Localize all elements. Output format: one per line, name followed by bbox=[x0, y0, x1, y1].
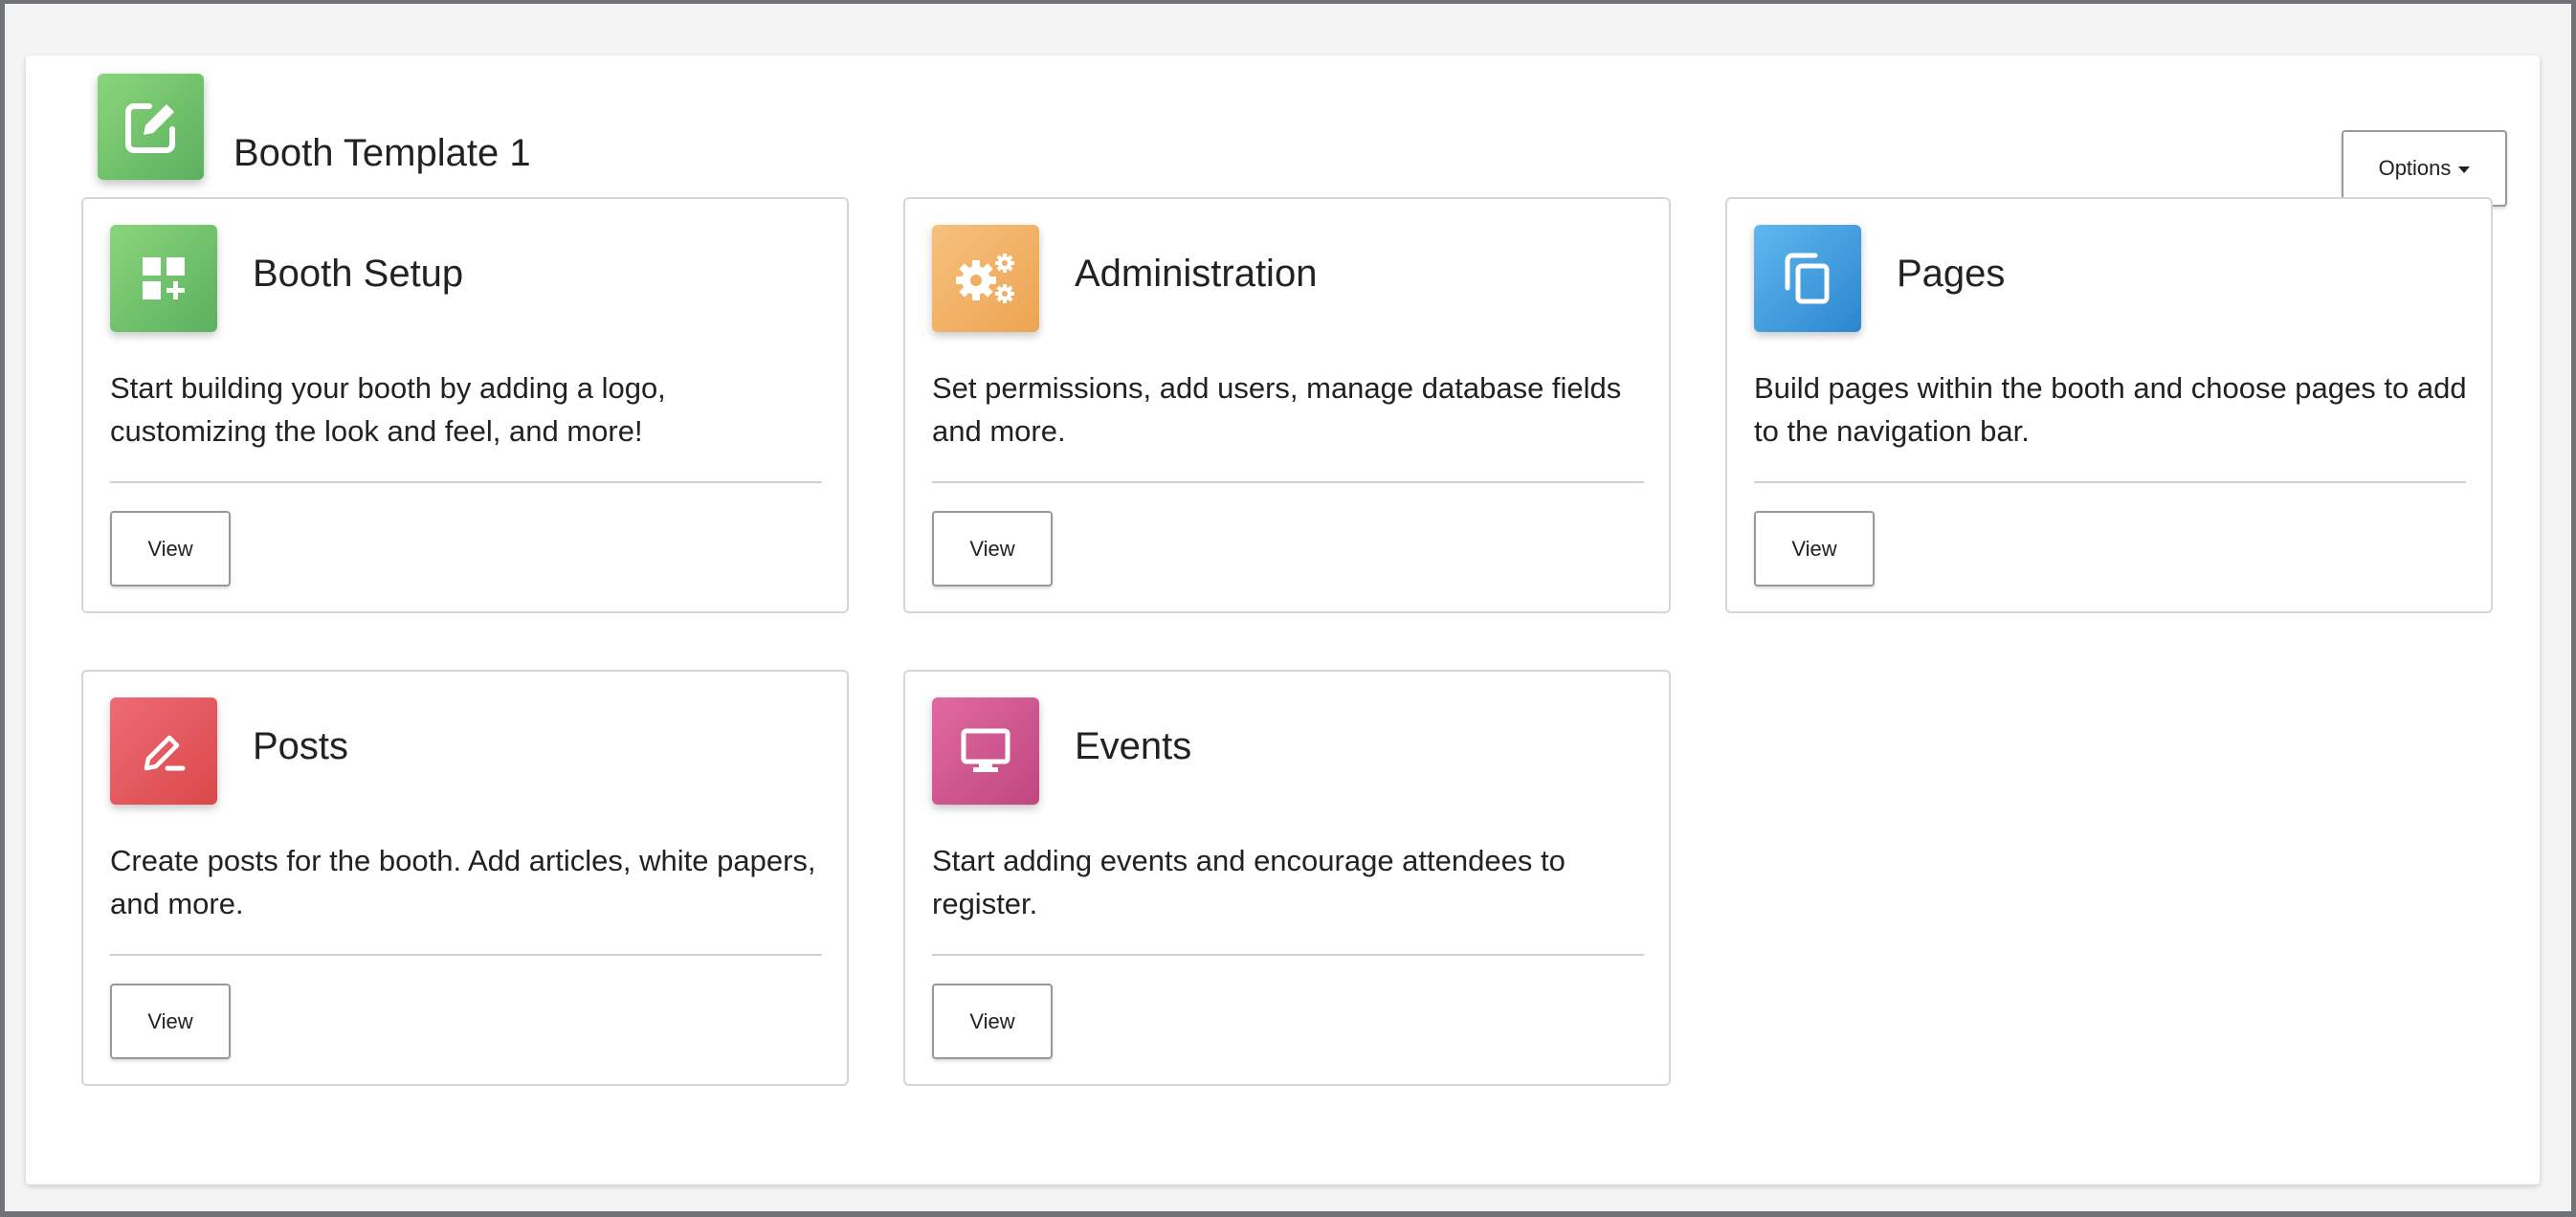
options-dropdown-button[interactable]: Options bbox=[2342, 130, 2507, 207]
tile-title: Pages bbox=[1897, 253, 2006, 295]
tile-description: Create posts for the booth. Add articles… bbox=[110, 844, 816, 920]
tile-description: Build pages within the booth and choose … bbox=[1754, 371, 2467, 448]
caret-down-icon bbox=[2458, 166, 2471, 173]
tile-divider bbox=[110, 481, 822, 483]
copy-pages-icon bbox=[1754, 225, 1861, 332]
options-label: Options bbox=[2378, 156, 2452, 180]
view-events-button[interactable]: View bbox=[932, 984, 1053, 1059]
edit-icon bbox=[98, 74, 204, 180]
booth-template-card: Booth Template 1 Options Booth Setup Sta… bbox=[26, 55, 2540, 1184]
tile-posts: Posts Create posts for the booth. Add ar… bbox=[81, 670, 849, 1086]
dashboard-add-icon bbox=[110, 225, 217, 332]
tile-divider bbox=[932, 481, 1644, 483]
view-posts-button[interactable]: View bbox=[110, 984, 231, 1059]
page-title: Booth Template 1 bbox=[233, 132, 531, 174]
tile-events: Events Start adding events and encourage… bbox=[903, 670, 1671, 1086]
tile-title: Booth Setup bbox=[253, 253, 464, 295]
gears-icon bbox=[932, 225, 1039, 332]
tile-title: Administration bbox=[1075, 253, 1318, 295]
pencil-icon bbox=[110, 697, 217, 805]
tile-divider bbox=[110, 954, 822, 956]
tile-divider bbox=[1754, 481, 2466, 483]
tile-divider bbox=[932, 954, 1644, 956]
view-administration-button[interactable]: View bbox=[932, 511, 1053, 586]
tile-booth-setup: Booth Setup Start building your booth by… bbox=[81, 197, 849, 613]
tile-pages: Pages Build pages within the booth and c… bbox=[1725, 197, 2493, 613]
tile-title: Events bbox=[1075, 725, 1192, 767]
tile-description: Start building your booth by adding a lo… bbox=[110, 371, 666, 448]
page-background: Booth Template 1 Options Booth Setup Sta… bbox=[5, 4, 2571, 1211]
view-booth-setup-button[interactable]: View bbox=[110, 511, 231, 586]
tile-description: Start adding events and encourage attend… bbox=[932, 844, 1566, 920]
tile-description: Set permissions, add users, manage datab… bbox=[932, 371, 1622, 448]
monitor-icon bbox=[932, 697, 1039, 805]
tile-title: Posts bbox=[253, 725, 349, 767]
tile-administration: Administration Set permissions, add user… bbox=[903, 197, 1671, 613]
view-pages-button[interactable]: View bbox=[1754, 511, 1875, 586]
